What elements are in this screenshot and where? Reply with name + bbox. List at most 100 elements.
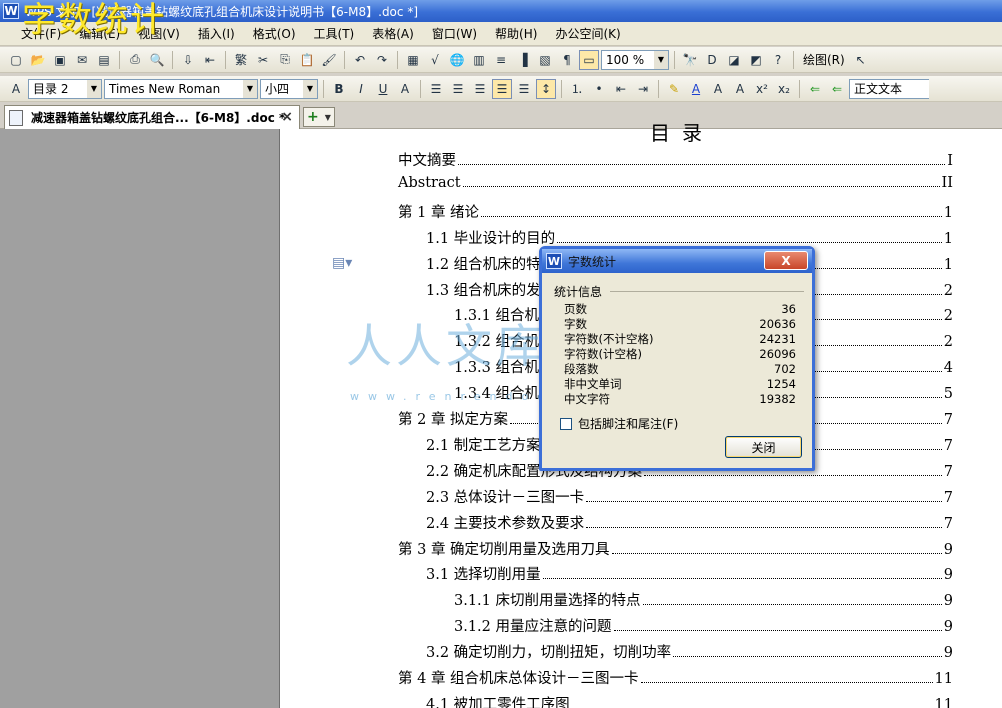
page-layout-icon[interactable]: ⇤ [200,50,220,70]
line-spacing-icon[interactable]: ↕ [536,78,556,99]
bullets-icon[interactable]: • [589,79,609,99]
superscript-icon[interactable]: x² [752,79,772,99]
find-icon[interactable]: 🔭 [680,50,700,70]
stat-label: 段落数 [564,362,599,376]
grow-font-icon[interactable]: A [708,79,728,99]
stat-value: 19382 [759,392,796,406]
stat-label: 中文字符 [564,392,610,406]
increase-indent-icon[interactable]: ⇥ [633,79,653,99]
document-map-icon[interactable]: ▧ [535,50,555,70]
dialog-title-bar[interactable]: W 字数统计 X [542,249,812,273]
toc-entry[interactable]: 3.1.1 床切削用量选择的特点 9 [454,589,953,610]
format-painter-icon[interactable]: 🖌 [319,50,339,70]
paste-icon[interactable]: 📋 [297,50,317,70]
chart-icon[interactable]: ▐ [513,50,533,70]
decrease-indent-icon[interactable]: ⇤ [611,79,631,99]
menu-help[interactable]: 帮助(H) [486,25,546,42]
shrink-font-icon[interactable]: A [730,79,750,99]
columns-icon[interactable]: ≡ [491,50,511,70]
document-tabs: 减速器箱盖钻螺纹底孔组合...【6-M8】.doc * × + ▼ [0,103,1002,129]
toc-entry[interactable]: 1.1 毕业设计的目的 1 [426,227,953,248]
include-notes-option[interactable]: 包括脚注和尾注(F) [560,415,678,432]
include-notes-checkbox[interactable] [560,417,572,430]
toc-entry[interactable]: Abstract II [398,175,953,191]
undo-icon[interactable]: ↶ [350,50,370,70]
menu-office-space[interactable]: 办公空间(K) [546,25,629,42]
insert-icon[interactable]: ⇩ [178,50,198,70]
toc-entry[interactable]: 第 4 章 组合机床总体设计－三图一卡 11 [398,667,953,688]
menu-table[interactable]: 表格(A) [363,25,423,42]
close-button[interactable]: 关闭 [725,436,802,458]
toc-entry[interactable]: 2.4 主要技术参数及要求 7 [426,512,953,533]
menu-file[interactable]: 文件(F) [12,25,70,42]
toc-entry[interactable]: 3.2 确定切削力，切削扭矩，切削功率 9 [426,641,953,662]
menu-format[interactable]: 格式(O) [244,25,305,42]
align-right-icon[interactable]: ☰ [470,79,490,99]
toc-entry[interactable]: 第 1 章 绪论 1 [398,201,953,222]
zoom-select[interactable]: 100 % ▼ [601,49,669,70]
toc-entry[interactable]: 2.3 总体设计－三图一卡 7 [426,486,953,507]
draw-menu-button[interactable]: 绘图(R) [799,51,849,68]
toc-entry-label: 第 2 章 拟定方案 [398,412,509,428]
formula-icon[interactable]: √ [425,50,445,70]
style-select[interactable]: 目录 2 ▼ [28,78,102,99]
print-preview-icon[interactable]: 🔍 [147,50,167,70]
bold-button[interactable]: B [329,79,349,99]
distributed-align-icon[interactable]: ☰ [514,79,534,99]
help-icon[interactable]: ? [768,50,788,70]
toc-entry[interactable]: 第 3 章 确定切削用量及选用刀具 9 [398,538,953,559]
align-left-icon[interactable]: ☰ [426,79,446,99]
word-count-icon[interactable]: D [702,50,722,70]
toc-entry[interactable]: 3.1.2 用量应注意的问题 9 [454,615,953,636]
outline-demote-icon[interactable]: ⇐ [827,79,847,99]
font-select[interactable]: Times New Roman ▼ [104,78,258,99]
toc-entry[interactable]: 3.1 选择切削用量 9 [426,563,953,584]
menu-insert[interactable]: 插入(I) [189,25,244,42]
cut-icon[interactable]: ✂ [253,50,273,70]
tab-close-button[interactable]: × [281,109,293,125]
menu-view[interactable]: 视图(V) [129,25,189,42]
new-document-icon[interactable]: ▢ [6,50,26,70]
show-marks-icon[interactable]: ¶ [557,50,577,70]
subscript-icon[interactable]: x₂ [774,79,794,99]
insert-table-icon[interactable]: ▦ [403,50,423,70]
copy-icon[interactable]: ⎘ [275,50,295,70]
redo-icon[interactable]: ↷ [372,50,392,70]
toc-entry[interactable]: 4.1 被加工零件工序图 11 [426,693,953,708]
menu-window[interactable]: 窗口(W) [423,25,486,42]
font-effects-icon[interactable]: A [395,79,415,99]
document-tab-label: 减速器箱盖钻螺纹底孔组合...【6-M8】.doc * [31,111,286,125]
stat-row-chars-with-spaces: 字符数(计空格) 26096 [564,347,796,362]
send-mail-icon[interactable]: ✉ [72,50,92,70]
material-icon[interactable]: ◪ [724,50,744,70]
print-icon[interactable]: ⎙ [125,50,145,70]
font-color-icon[interactable]: A [686,79,706,99]
dialog-close-button[interactable]: X [764,251,808,270]
select-objects-icon[interactable]: ↖ [851,50,871,70]
paragraph-marker-icon[interactable]: ▤▾ [332,255,352,271]
toc-entry[interactable]: 中文摘要 I [398,149,953,170]
align-center-icon[interactable]: ☰ [448,79,468,99]
justify-icon[interactable]: ☰ [492,78,512,99]
body-style-select[interactable]: 正文文本 [849,78,929,99]
menu-tools[interactable]: 工具(T) [305,25,364,42]
template-icon[interactable]: ◩ [746,50,766,70]
save-icon[interactable]: ▣ [50,50,70,70]
font-size-select[interactable]: 小四 ▼ [260,78,318,99]
full-screen-icon[interactable]: ▭ [579,49,599,70]
toc-entry-label: 2.3 总体设计－三图一卡 [426,489,585,506]
chinese-convert-icon[interactable]: 繁 [231,50,251,70]
table-grid-icon[interactable]: ▥ [469,50,489,70]
export-pdf-icon[interactable]: ▤ [94,50,114,70]
underline-button[interactable]: U [373,79,393,99]
new-tab-button[interactable]: + ▼ [303,107,335,127]
outline-promote-icon[interactable]: ⇐ [805,79,825,99]
open-folder-icon[interactable]: 📂 [28,50,48,70]
styles-pane-icon[interactable]: A [6,79,26,99]
document-tab[interactable]: 减速器箱盖钻螺纹底孔组合...【6-M8】.doc * × [4,105,300,129]
numbering-icon[interactable]: ⒈ [567,79,587,99]
highlight-icon[interactable]: ✎ [664,79,684,99]
hyperlink-icon[interactable]: 🌐 [447,50,467,70]
menu-edit[interactable]: 编辑(E) [70,25,129,42]
italic-button[interactable]: I [351,79,371,99]
